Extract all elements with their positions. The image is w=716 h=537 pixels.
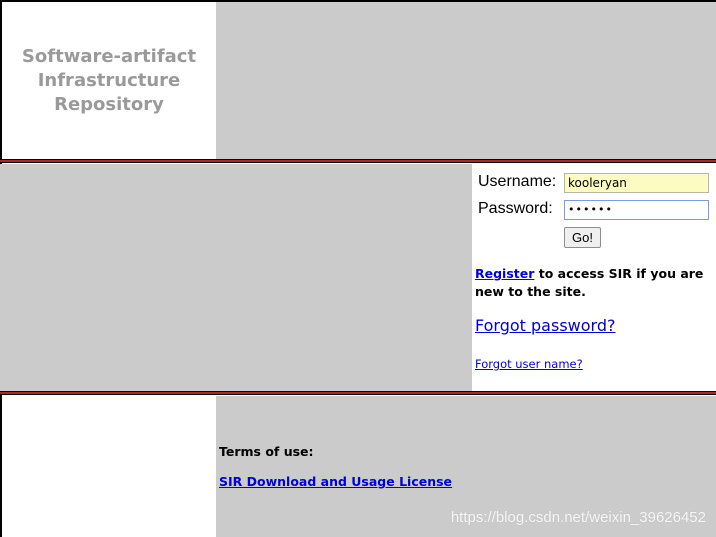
site-logo: Software-artifact Infrastructure Reposit… [2,2,216,159]
logo-line-2: Infrastructure [37,69,181,91]
password-input[interactable]: •••••• [564,200,709,220]
header-divider [0,159,716,163]
register-message: Register to access SIR if you are new to… [475,265,710,301]
license-link[interactable]: SIR Download and Usage License [219,474,452,489]
forgot-password-link[interactable]: Forgot password? [475,316,615,335]
main-content-area [0,164,472,391]
go-button[interactable]: Go! [564,227,601,248]
footer-divider [0,391,716,395]
register-link[interactable]: Register [475,266,534,281]
watermark-text: https://blog.csdn.net/weixin_39626452 [450,509,706,526]
forgot-username-link[interactable]: Forgot user name? [475,357,583,371]
username-input[interactable]: kooleryan [564,173,709,193]
logo-line-3: Repository [54,93,164,115]
username-label: Username: [478,173,557,190]
header-banner [216,2,716,159]
site-logo-text: Software-artifact Infrastructure Reposit… [9,45,209,117]
terms-of-use-label: Terms of use: [219,444,314,459]
logo-line-1: Software-artifact [21,45,197,67]
password-label: Password: [478,200,553,217]
footer-left-cell [2,396,216,537]
